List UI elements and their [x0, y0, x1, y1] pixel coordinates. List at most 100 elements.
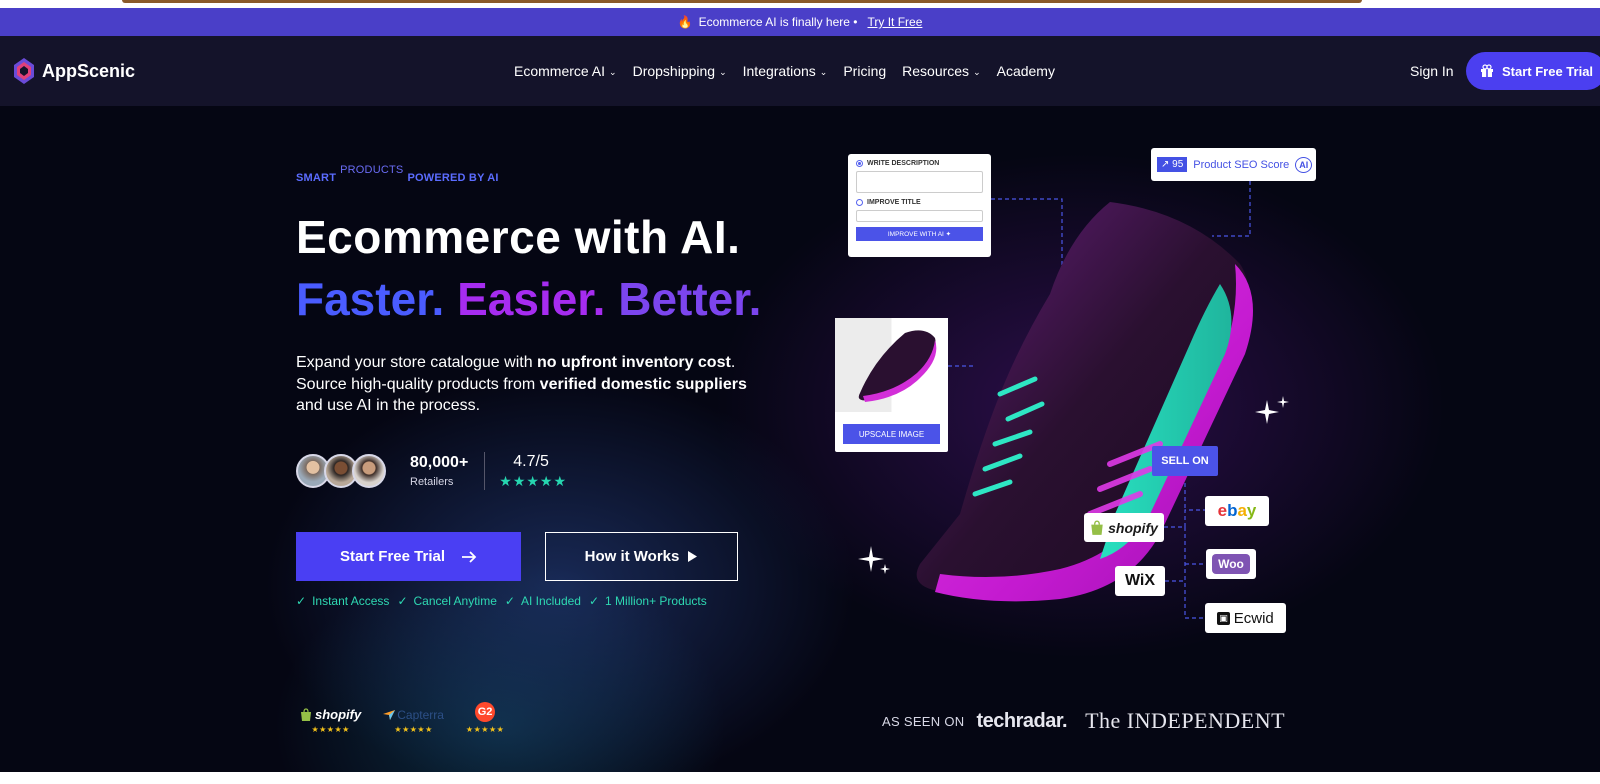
platform-label: ebay [1217, 501, 1257, 520]
wix-platform-logo: WiX [1115, 566, 1165, 596]
how-it-works-button[interactable]: How it Works [545, 532, 738, 581]
g2-logo-icon: G2 [475, 702, 496, 722]
sparkle-icon [1255, 396, 1289, 424]
logo[interactable]: AppScenic [12, 56, 135, 86]
write-description-option[interactable]: WRITE DESCRIPTION [856, 160, 983, 167]
avatar-group [296, 454, 386, 488]
woocommerce-platform-logo: Woo [1206, 549, 1256, 579]
nav-label: Dropshipping [632, 63, 716, 79]
seo-score-value: ↗ 95 [1157, 157, 1188, 172]
improve-label: IMPROVE WITH AI [887, 230, 944, 238]
ecwid-platform-logo: ▣ Ecwid [1205, 603, 1286, 633]
shopify-badge-label: shopify [315, 707, 362, 722]
upscale-image-button[interactable]: UPSCALE IMAGE [843, 424, 940, 444]
nav-label: Integrations [742, 63, 816, 79]
hero-eyebrow: SMARTPRODUCTSPOWERED BY AI [296, 164, 499, 184]
description-textbox [856, 171, 983, 193]
platform-label: Woo [1212, 554, 1250, 574]
shoe-thumbnail-icon [858, 330, 937, 402]
eyebrow-smart: SMART [296, 172, 337, 184]
check-label: 1 Million+ Products [605, 594, 707, 608]
chevron-down-icon: ⌄ [719, 66, 727, 77]
checkmark-icon: ✓ [504, 594, 515, 608]
checkmark-icon: ✓ [397, 594, 408, 608]
as-seen-on-label: AS SEEN ON [882, 713, 965, 729]
seo-score-label: Product SEO Score [1193, 158, 1290, 171]
desc-bold-2: verified domestic suppliers [539, 375, 747, 393]
eyebrow-powered: POWERED BY AI [407, 172, 499, 184]
option-label: WRITE DESCRIPTION [867, 160, 940, 167]
nav-label: Pricing [843, 63, 887, 79]
tagline-easier: Easier. [457, 273, 606, 325]
gift-icon [1481, 64, 1493, 77]
logo-text: AppScenic [42, 60, 136, 81]
nav-start-free-trial-button[interactable]: Start Free Trial [1466, 52, 1600, 90]
nav-item-pricing[interactable]: Pricing [843, 63, 886, 79]
title-textbox [856, 210, 983, 222]
nav-label: Resources [902, 63, 970, 79]
independent-logo: The INDEPENDENT [1085, 708, 1286, 733]
option-label: IMPROVE TITLE [867, 199, 921, 206]
nav-label: Ecommerce AI [514, 63, 606, 79]
announcement-bar: 🔥 Ecommerce AI is finally here • Try It … [0, 8, 1600, 36]
techradar-logo: techradar. [976, 709, 1068, 732]
hero-description: Expand your store catalogue with no upfr… [296, 352, 756, 417]
play-icon [688, 551, 698, 562]
seo-score-number: 95 [1172, 159, 1184, 170]
hero-section: SMARTPRODUCTSPOWERED BY AI Ecommerce wit… [0, 106, 1600, 772]
sign-in-link[interactable]: Sign In [1410, 63, 1454, 79]
shopify-bag-icon [301, 707, 311, 721]
nav-item-ecommerce-ai[interactable]: Ecommerce AI ⌄ [514, 63, 617, 79]
capterra-badge: Capterra ★★★★★ [383, 708, 444, 734]
nav-item-resources[interactable]: Resources ⌄ [902, 63, 980, 79]
checkmark-icon: ✓ [588, 594, 600, 608]
nav-item-academy[interactable]: Academy [997, 63, 1055, 79]
desc-bold-1: no upfront inventory cost [537, 354, 731, 371]
ai-refresh-icon: AI [1295, 156, 1313, 173]
start-free-trial-button[interactable]: Start Free Trial [296, 532, 521, 581]
nav-item-integrations[interactable]: Integrations ⌄ [743, 63, 828, 79]
browser-edge-bar [122, 0, 1362, 3]
shopify-platform-logo: shopify [1084, 513, 1164, 542]
check-label: Instant Access [312, 594, 390, 608]
tagline-better: Better. [618, 273, 762, 325]
platform-label: WiX [1124, 572, 1156, 589]
rating-value: 4.7/5 [513, 452, 549, 470]
rating-stars-icon: ★★★★★ [499, 472, 568, 489]
as-seen-on: AS SEEN ON techradar. The INDEPENDENT [882, 708, 1285, 734]
fire-icon: 🔥 [677, 15, 693, 29]
g2-badge: G2 ★★★★★ [466, 702, 504, 734]
appscenic-logo-icon [14, 58, 34, 84]
retailers-label: Retailers [410, 476, 454, 488]
arrow-right-icon [462, 550, 477, 563]
main-navigation: AppScenic Ecommerce AI ⌄ Dropshipping ⌄ In… [0, 36, 1600, 106]
checkmark-icon: ✓ [296, 594, 307, 608]
platform-label: Ecwid [1233, 609, 1274, 627]
badge-stars-icon: ★★★★★ [394, 725, 433, 734]
check-label: Cancel Anytime [413, 594, 497, 608]
sparkle-icon [858, 546, 890, 574]
tagline-faster: Faster. [296, 273, 445, 325]
retailers-stat: 80,000+ Retailers [410, 454, 468, 488]
ecwid-cart-icon: ▣ [1217, 611, 1230, 625]
check-item: ✓ 1 Million+ Products [589, 594, 707, 608]
check-item: ✓ Cancel Anytime [397, 594, 496, 608]
desc-part-1: Expand your store catalogue with [296, 354, 538, 371]
sparkle-icon: ✦ [945, 231, 952, 238]
shoe-thumbnail [835, 318, 948, 412]
nav-item-dropshipping[interactable]: Dropshipping ⌄ [633, 63, 727, 79]
how-it-works-label: How it Works [584, 548, 680, 565]
nav-menu: Ecommerce AI ⌄ Dropshipping ⌄ Integrations… [514, 36, 1055, 106]
start-free-trial-label: Start Free Trial [339, 548, 446, 565]
radio-selected-icon [856, 160, 863, 167]
improve-title-option[interactable]: IMPROVE TITLE [856, 199, 983, 206]
try-it-free-link[interactable]: Try It Free [868, 15, 923, 29]
check-item: ✓ Instant Access [296, 594, 389, 608]
check-item: ✓ AI Included [505, 594, 581, 608]
page-bottom-edge [0, 772, 1600, 784]
desc-part-3: and use AI in the process. [296, 397, 481, 414]
social-proof: 80,000+ Retailers 4.7/5 ★★★★★ [296, 452, 567, 490]
feature-checks: ✓ Instant Access ✓ Cancel Anytime ✓ AI Incl… [296, 594, 707, 608]
improve-with-ai-button[interactable]: IMPROVE WITH AI ✦ [856, 227, 983, 241]
retailers-count: 80,000+ [410, 454, 469, 471]
